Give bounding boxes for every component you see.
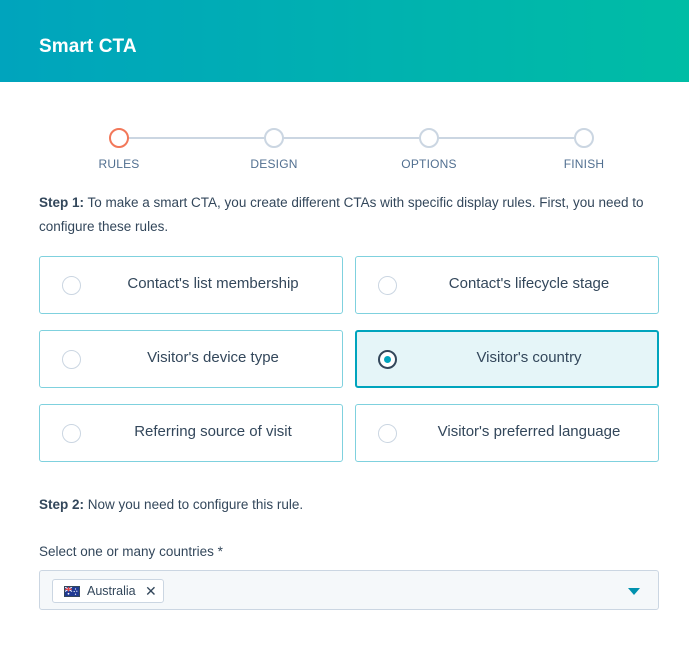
step-connector [128,137,264,139]
step1-prefix: Step 1: [39,195,85,210]
step-rules-label: RULES [98,157,140,171]
step1-text: To make a smart CTA, you create differen… [39,195,644,234]
rule-option-preferred-language[interactable]: Visitor's preferred language [355,404,659,462]
rule-option-referring-source[interactable]: Referring source of visit [39,404,343,462]
step1-instruction: Step 1: To make a smart CTA, you create … [39,191,664,239]
rule-option-label: Referring source of visit [134,423,292,440]
rule-option-list-membership[interactable]: Contact's list membership [39,256,343,314]
countries-multiselect[interactable]: Australia ✕ [39,570,659,610]
step-connector [438,137,574,139]
step-design-dot [264,128,284,148]
radio-selected-dot [384,356,391,363]
step-finish-dot [574,128,594,148]
rule-option-country[interactable]: Visitor's country [355,330,659,388]
step-options-label: OPTIONS [401,157,457,171]
step2-text: Now you need to configure this rule. [87,497,304,512]
rule-option-label: Contact's lifecycle stage [448,275,610,292]
progress-stepper: RULES DESIGN OPTIONS FINISH [0,0,689,180]
radio-button[interactable] [378,276,397,295]
rule-option-label: Contact's list membership [127,275,299,292]
step-rules-dot [109,128,129,148]
rule-option-label: Visitor's country [476,349,582,366]
country-tag: Australia ✕ [52,579,164,603]
radio-button[interactable] [62,350,81,369]
countries-field-label: Select one or many countries * [39,544,223,559]
remove-tag-icon[interactable]: ✕ [145,582,157,600]
rule-option-lifecycle-stage[interactable]: Contact's lifecycle stage [355,256,659,314]
step-options-dot [419,128,439,148]
radio-button[interactable] [62,276,81,295]
dropdown-caret-icon[interactable] [628,588,640,595]
radio-button[interactable] [62,424,81,443]
rule-option-label: Visitor's preferred language [437,423,621,440]
step2-instruction: Step 2: Now you need to configure this r… [39,493,664,517]
step-design-label: DESIGN [250,157,298,171]
step2-prefix: Step 2: [39,497,85,512]
rule-option-device-type[interactable]: Visitor's device type [39,330,343,388]
radio-button-selected[interactable] [378,350,397,369]
radio-button[interactable] [378,424,397,443]
step-finish-label: FINISH [563,157,605,171]
rule-option-label: Visitor's device type [147,349,279,366]
country-tag-label: Australia [87,584,136,598]
australia-flag-icon [64,586,80,597]
step-connector [283,137,419,139]
